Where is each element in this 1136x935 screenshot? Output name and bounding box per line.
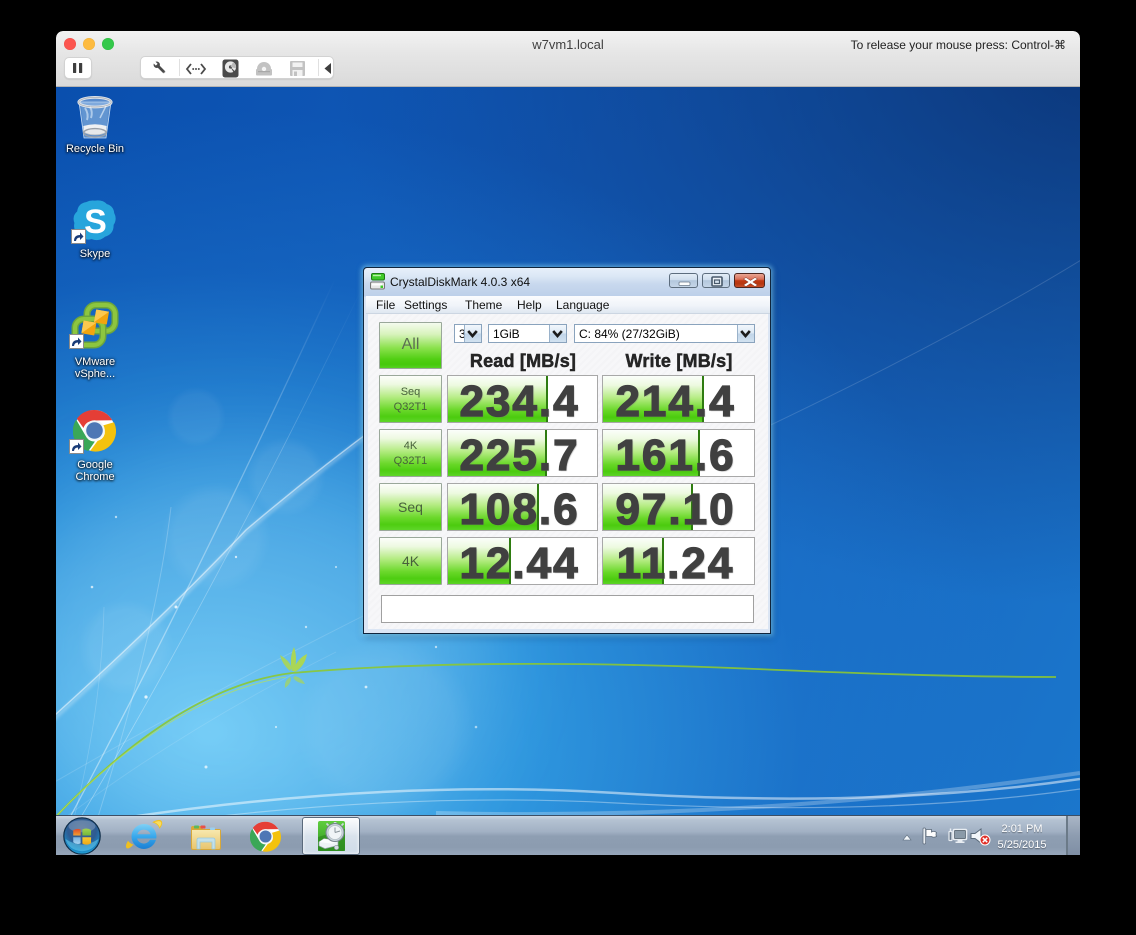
svg-text:S: S <box>84 203 107 241</box>
